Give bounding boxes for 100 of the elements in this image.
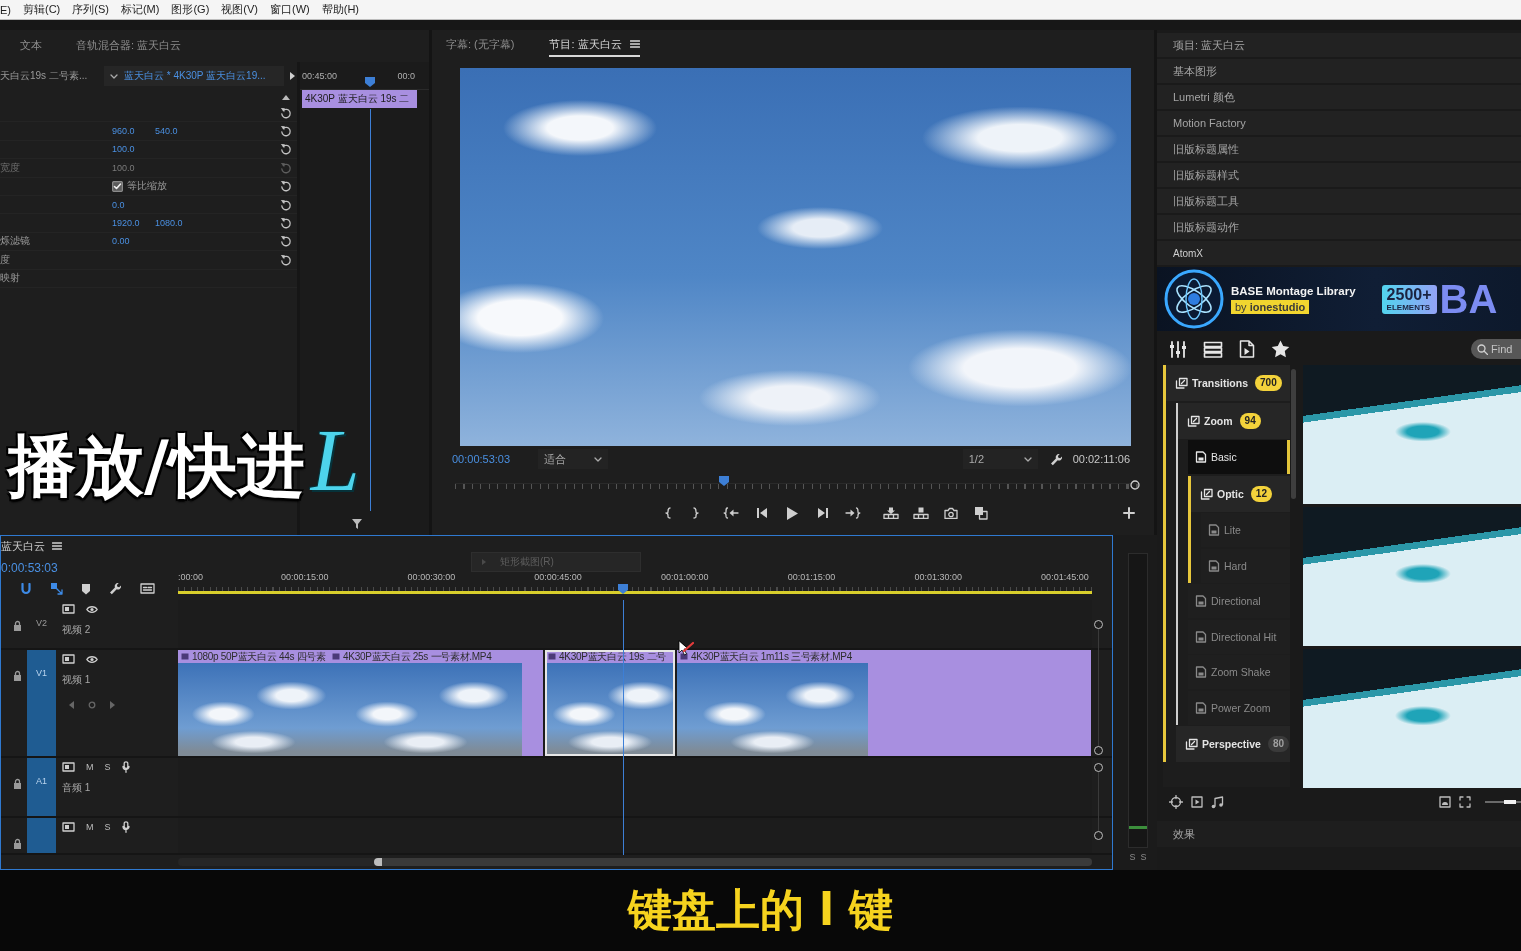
preview-thumbnail[interactable] xyxy=(1303,649,1521,788)
linked-selection-icon[interactable] xyxy=(50,582,63,595)
checkbox[interactable] xyxy=(112,180,123,192)
film-icon[interactable] xyxy=(62,762,75,772)
property-value[interactable]: 100.0 xyxy=(112,144,155,155)
sliders-icon[interactable] xyxy=(1169,340,1187,358)
range-end-icon[interactable] xyxy=(1130,480,1140,490)
camera-icon[interactable] xyxy=(944,507,958,519)
panel-tab[interactable]: 文本 xyxy=(20,34,42,58)
panel-header[interactable]: 旧版标题属性 xyxy=(1157,137,1521,161)
mute-button[interactable]: M xyxy=(86,761,94,773)
solo-button[interactable]: S xyxy=(104,821,111,833)
track-target[interactable]: V2 xyxy=(27,600,56,648)
next-keyframe-icon[interactable] xyxy=(110,701,116,709)
reset-icon[interactable] xyxy=(280,106,292,119)
add-keyframe-icon[interactable] xyxy=(88,701,96,709)
panel-header[interactable]: 旧版标题样式 xyxy=(1157,163,1521,187)
previous-keyframe-icon[interactable] xyxy=(68,701,74,709)
microphone-icon[interactable] xyxy=(121,821,130,833)
compare-icon[interactable] xyxy=(974,506,988,520)
clip-bar[interactable]: 4K30P 蓝天白云 19s 二 xyxy=(302,90,417,108)
preview-thumbnail[interactable] xyxy=(1303,507,1521,646)
mark-out-icon[interactable] xyxy=(692,507,700,519)
menu-item[interactable]: 剪辑(C) xyxy=(23,2,61,17)
menu-item[interactable]: 视图(V) xyxy=(221,2,258,17)
playhead-marker[interactable] xyxy=(364,77,375,87)
panel-header[interactable]: 旧版标题动作 xyxy=(1157,215,1521,239)
property-value[interactable]: 1080.0 xyxy=(155,218,280,229)
panel-tab[interactable]: 节目: 蓝天白云 xyxy=(549,33,640,57)
video-clip[interactable]: 4K30P蓝天白云 1m11s 三号素材.MP4 xyxy=(677,650,1091,756)
insert-icon[interactable] xyxy=(883,507,899,519)
add-button-icon[interactable] xyxy=(1123,507,1135,519)
video-clip[interactable]: 1080p 50P蓝天白云 44s 四号素 xyxy=(178,650,329,756)
film-icon[interactable] xyxy=(62,654,75,664)
film-icon[interactable] xyxy=(62,822,75,832)
eye-icon[interactable] xyxy=(86,654,98,664)
menu-item[interactable]: E) xyxy=(0,3,11,16)
reset-icon[interactable] xyxy=(280,253,292,266)
reset-icon[interactable] xyxy=(280,198,292,211)
vertical-scrollbar[interactable] xyxy=(1094,620,1103,755)
reset-icon[interactable] xyxy=(280,235,292,248)
fullscreen-icon[interactable] xyxy=(1459,796,1471,808)
lock-icon[interactable] xyxy=(13,838,22,849)
music-notes-icon[interactable] xyxy=(1211,795,1224,809)
panel-header[interactable]: 旧版标题工具 xyxy=(1157,189,1521,213)
tree-item[interactable]: Zoom 94 xyxy=(1178,402,1290,439)
panel-tab[interactable]: 音轨混合器: 蓝天白云 xyxy=(76,34,182,58)
tree-item[interactable]: Optic 12 xyxy=(1191,475,1290,512)
playhead-marker[interactable] xyxy=(618,584,629,594)
go-to-out-icon[interactable] xyxy=(845,507,861,519)
play-icon[interactable] xyxy=(786,506,798,520)
property-value[interactable]: 960.0 xyxy=(112,126,155,137)
panel-header[interactable]: AtomX xyxy=(1157,241,1521,265)
funnel-icon[interactable] xyxy=(352,519,362,529)
menu-item[interactable]: 图形(G) xyxy=(171,2,210,17)
eye-icon[interactable] xyxy=(86,604,98,614)
preview-thumbnail[interactable] xyxy=(1303,365,1521,504)
slider-thumb[interactable] xyxy=(1504,800,1517,804)
tree-item[interactable]: Transitions 700 xyxy=(1166,365,1290,401)
property-value[interactable]: 1920.0 xyxy=(112,218,155,229)
reset-icon[interactable] xyxy=(280,143,292,156)
target-icon[interactable] xyxy=(1169,795,1183,809)
lock-icon[interactable] xyxy=(13,670,22,681)
panel-header[interactable]: 项目: 蓝天白云 xyxy=(1157,33,1521,57)
lock-icon[interactable] xyxy=(13,620,22,631)
menu-icon[interactable] xyxy=(629,40,640,48)
menu-icon[interactable] xyxy=(52,542,62,550)
menu-item[interactable]: 序列(S) xyxy=(72,2,109,17)
scrollbar-thumb[interactable] xyxy=(374,858,1092,866)
list-icon[interactable] xyxy=(1203,340,1223,358)
step-forward-icon[interactable] xyxy=(817,507,829,519)
zoom-dropdown[interactable]: 适合 xyxy=(538,449,609,469)
solo-button[interactable]: S xyxy=(104,761,111,773)
star-icon[interactable] xyxy=(1271,340,1290,358)
resolution-dropdown[interactable]: 1/2 xyxy=(962,449,1038,469)
menu-item[interactable]: 帮助(H) xyxy=(321,2,359,17)
magnet-icon[interactable] xyxy=(20,582,32,595)
video-clip[interactable]: 4K30P蓝天白云 25s 一号素材.MP4 xyxy=(329,650,543,756)
panel-header[interactable]: Motion Factory xyxy=(1157,111,1521,135)
scrollbar-thumb[interactable] xyxy=(1291,369,1296,499)
search-field[interactable]: Find xyxy=(1471,339,1521,359)
reset-icon[interactable] xyxy=(280,217,292,230)
reset-icon[interactable] xyxy=(280,180,292,193)
panel-header[interactable]: 基本图形 xyxy=(1157,59,1521,83)
menu-item[interactable]: 标记(M) xyxy=(120,2,160,17)
mute-button[interactable]: M xyxy=(86,821,94,833)
wrench-icon[interactable] xyxy=(109,582,122,595)
tree-item[interactable]: Perspective 80 xyxy=(1176,726,1290,762)
property-value[interactable]: 0.00 xyxy=(112,236,155,247)
panel-header[interactable]: 效果 xyxy=(1157,821,1521,847)
timecode[interactable]: 00:00:53:03 xyxy=(452,453,511,465)
panel-header[interactable]: Lumetri 颜色 xyxy=(1157,85,1521,109)
lock-icon[interactable] xyxy=(13,778,22,789)
property-value[interactable]: 540.0 xyxy=(155,126,280,137)
overwrite-icon[interactable] xyxy=(913,507,929,519)
reset-icon[interactable] xyxy=(280,125,292,138)
tree-item[interactable]: Basic xyxy=(1188,440,1290,474)
marker-icon[interactable] xyxy=(81,582,91,595)
playhead-line[interactable] xyxy=(623,600,625,855)
timecode[interactable]: 0:00:53:03 xyxy=(1,561,178,575)
